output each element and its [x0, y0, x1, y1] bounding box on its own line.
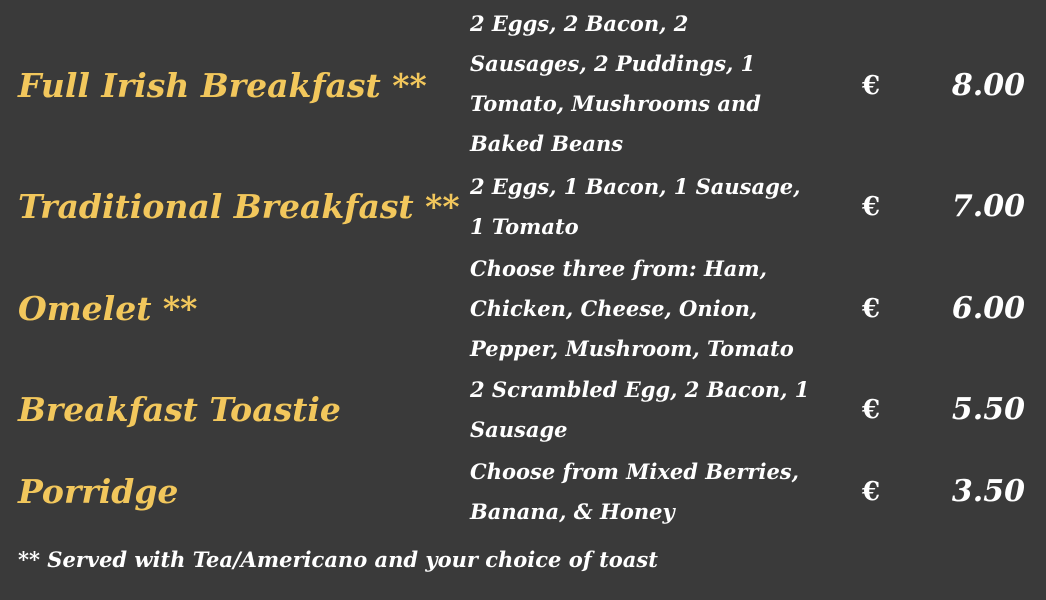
- menu-footnote: ** Served with Tea/Americano and your ch…: [18, 547, 658, 572]
- item-name: Full Irish Breakfast **: [18, 66, 427, 105]
- currency-symbol: €: [862, 477, 881, 507]
- item-name: Breakfast Toastie: [18, 390, 341, 429]
- item-description: Choose from Mixed Berries, Banana, & Hon…: [470, 459, 799, 524]
- item-description: Choose three from: Ham, Chicken, Cheese,…: [470, 256, 794, 361]
- item-name: Omelet **: [18, 289, 198, 328]
- item-price: 6.00: [951, 291, 1025, 326]
- item-price: 5.50: [951, 392, 1025, 427]
- currency-symbol: €: [862, 192, 881, 222]
- item-price: 3.50: [951, 474, 1025, 509]
- currency-symbol: €: [862, 395, 881, 425]
- item-price: 7.00: [951, 189, 1025, 224]
- item-description: 2 Scrambled Egg, 2 Bacon, 1 Sausage: [470, 377, 810, 442]
- currency-symbol: €: [862, 71, 881, 101]
- breakfast-menu: Full Irish Breakfast ** 2 Eggs, 2 Bacon,…: [0, 0, 1046, 600]
- item-price: 8.00: [951, 68, 1025, 103]
- item-description: 2 Eggs, 2 Bacon, 2 Sausages, 2 Puddings,…: [470, 11, 761, 156]
- item-name: Porridge: [18, 472, 179, 511]
- currency-symbol: €: [862, 294, 881, 324]
- item-description: 2 Eggs, 1 Bacon, 1 Sausage, 1 Tomato: [470, 174, 801, 239]
- item-name: Traditional Breakfast **: [18, 187, 460, 226]
